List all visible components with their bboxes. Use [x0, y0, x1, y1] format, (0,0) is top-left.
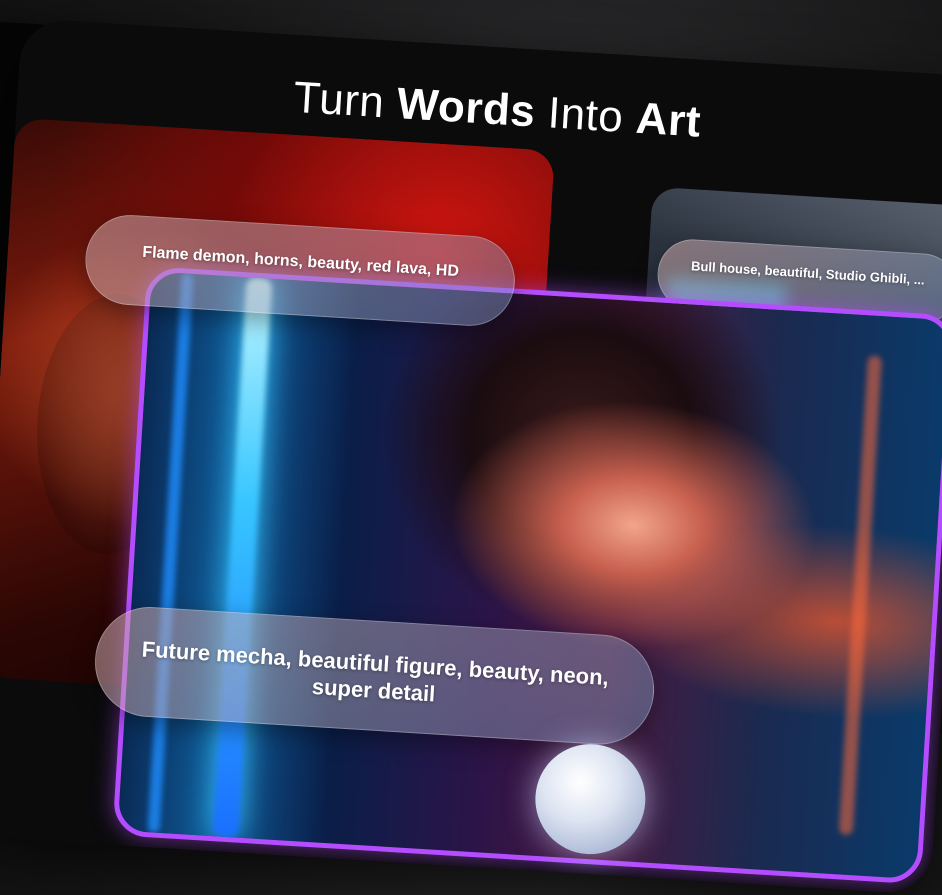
neon-light: [838, 355, 882, 836]
neon-light: [147, 273, 194, 833]
headline-word: Turn: [292, 72, 399, 129]
artwork-featured-mecha[interactable]: [112, 266, 942, 885]
headline-word: Art: [634, 93, 703, 147]
promo-card: Turn Words Into Art Bull house, beautifu…: [0, 18, 942, 895]
neon-light: [212, 277, 273, 838]
headline-word: Words: [395, 79, 537, 137]
headline-word: Into: [533, 87, 638, 143]
